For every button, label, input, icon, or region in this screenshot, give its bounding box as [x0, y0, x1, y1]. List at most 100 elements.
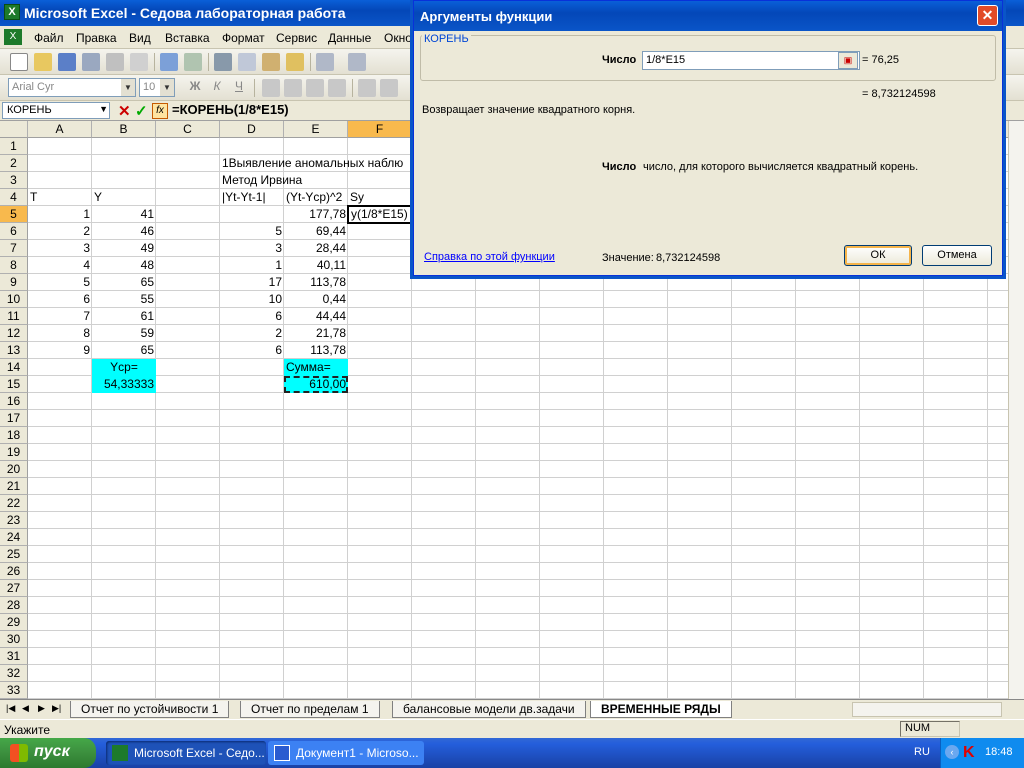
table-cell[interactable]: 2: [220, 325, 284, 342]
row-header[interactable]: 29: [0, 614, 28, 631]
menu-tools[interactable]: Сервис: [276, 31, 317, 45]
cancel-button[interactable]: Отмена: [922, 245, 992, 266]
row-header[interactable]: 14: [0, 359, 28, 376]
table-cell[interactable]: 48: [92, 257, 156, 274]
tray-expand-icon[interactable]: ‹: [945, 745, 959, 759]
cell-e4[interactable]: (Yt-Ycp)^2: [284, 189, 344, 206]
row-header[interactable]: 8: [0, 257, 28, 274]
italic-icon[interactable]: К: [208, 79, 226, 97]
next-sheet-icon[interactable]: ▶: [38, 703, 45, 714]
undo-icon[interactable]: [316, 53, 334, 71]
table-cell[interactable]: 10: [220, 291, 284, 308]
column-header-f[interactable]: F: [348, 121, 412, 138]
vertical-scrollbar[interactable]: [1008, 121, 1024, 699]
table-cell[interactable]: 3: [220, 240, 284, 257]
row-header[interactable]: 15: [0, 376, 28, 393]
collapse-dialog-icon[interactable]: ▣: [838, 52, 858, 69]
cell-b4[interactable]: Y: [92, 189, 104, 206]
table-cell[interactable]: 55: [92, 291, 156, 308]
row-header[interactable]: 3: [0, 172, 28, 189]
table-cell[interactable]: 49: [92, 240, 156, 257]
menu-format[interactable]: Формат: [222, 31, 265, 45]
table-cell[interactable]: 3: [28, 240, 92, 257]
sheet-tab-time-series[interactable]: ВРЕМЕННЫЕ РЯДЫ: [590, 701, 732, 718]
redo-icon[interactable]: [348, 53, 366, 71]
new-icon[interactable]: [10, 53, 28, 71]
table-cell[interactable]: 69,44: [284, 223, 348, 240]
row-header[interactable]: 1: [0, 138, 28, 155]
cut-icon[interactable]: [214, 53, 232, 71]
table-cell[interactable]: 113,78: [284, 274, 348, 291]
menu-view[interactable]: Вид: [129, 31, 151, 45]
cell-b15[interactable]: 54,33333: [92, 376, 156, 393]
task-word[interactable]: Документ1 - Microso...: [268, 741, 424, 765]
spelling-icon[interactable]: [160, 53, 178, 71]
table-cell[interactable]: 177,78: [284, 206, 348, 223]
select-all-corner[interactable]: [0, 121, 28, 138]
row-header[interactable]: 27: [0, 580, 28, 597]
row-header[interactable]: 6: [0, 223, 28, 240]
row-header[interactable]: 18: [0, 427, 28, 444]
menu-file[interactable]: Файл: [34, 31, 64, 45]
table-cell[interactable]: 6: [220, 342, 284, 359]
save-icon[interactable]: [58, 53, 76, 71]
close-button[interactable]: ✕: [977, 5, 998, 26]
table-cell[interactable]: 5: [28, 274, 92, 291]
table-cell[interactable]: 28,44: [284, 240, 348, 257]
cell-a4[interactable]: T: [28, 189, 39, 206]
table-cell[interactable]: 5: [220, 223, 284, 240]
print-icon[interactable]: [106, 53, 124, 71]
open-icon[interactable]: [34, 53, 52, 71]
row-header[interactable]: 10: [0, 291, 28, 308]
table-cell[interactable]: 9: [28, 342, 92, 359]
font-name-select[interactable]: Arial Cyr ▼: [8, 78, 136, 97]
menu-data[interactable]: Данные: [328, 31, 371, 45]
print-preview-icon[interactable]: [130, 53, 148, 71]
row-header[interactable]: 12: [0, 325, 28, 342]
row-header[interactable]: 13: [0, 342, 28, 359]
table-cell[interactable]: 59: [92, 325, 156, 342]
ok-button[interactable]: ОК: [844, 245, 912, 266]
active-cell-f5[interactable]: у(1/8*E15): [347, 205, 413, 224]
table-cell[interactable]: 65: [92, 342, 156, 359]
permission-icon[interactable]: [82, 53, 100, 71]
sheet-tab-stability[interactable]: Отчет по устойчивости 1: [70, 701, 230, 718]
row-header[interactable]: 11: [0, 308, 28, 325]
row-header[interactable]: 33: [0, 682, 28, 699]
last-sheet-icon[interactable]: ▶|: [52, 703, 61, 714]
kaspersky-icon[interactable]: K: [963, 744, 975, 762]
column-header-a[interactable]: A: [28, 121, 92, 138]
row-header[interactable]: 5: [0, 206, 28, 223]
enter-icon[interactable]: ✓: [135, 102, 148, 120]
cell-d3[interactable]: Метод Ирвина: [220, 172, 304, 189]
task-excel[interactable]: Microsoft Excel - Седо...: [106, 741, 266, 765]
cell-f4[interactable]: Sy: [348, 189, 366, 206]
row-header[interactable]: 24: [0, 529, 28, 546]
table-cell[interactable]: 2: [28, 223, 92, 240]
row-header[interactable]: 25: [0, 546, 28, 563]
row-header[interactable]: 23: [0, 512, 28, 529]
horizontal-scrollbar[interactable]: [852, 702, 1002, 717]
cell-d2[interactable]: 1Выявление аномальных наблю: [220, 155, 405, 172]
table-cell[interactable]: 113,78: [284, 342, 348, 359]
table-cell[interactable]: 7: [28, 308, 92, 325]
dialog-title-bar[interactable]: Аргументы функции ✕: [414, 1, 1002, 31]
percent-icon[interactable]: [380, 79, 398, 97]
table-cell[interactable]: 46: [92, 223, 156, 240]
row-header[interactable]: 20: [0, 461, 28, 478]
table-cell[interactable]: 65: [92, 274, 156, 291]
language-indicator[interactable]: RU: [914, 746, 930, 758]
cell-e14[interactable]: Сумма=: [284, 359, 348, 376]
table-cell[interactable]: 61: [92, 308, 156, 325]
row-header[interactable]: 16: [0, 393, 28, 410]
cell-e15[interactable]: 610,00: [284, 376, 348, 393]
row-header[interactable]: 28: [0, 597, 28, 614]
number-argument-input[interactable]: 1/8*E15: [642, 51, 860, 70]
table-cell[interactable]: 17: [220, 274, 284, 291]
font-size-select[interactable]: 10 ▼: [139, 78, 175, 97]
table-cell[interactable]: 8: [28, 325, 92, 342]
column-header-d[interactable]: D: [220, 121, 284, 138]
workbook-icon[interactable]: X: [4, 29, 22, 45]
underline-icon[interactable]: Ч: [230, 79, 248, 97]
column-header-b[interactable]: B: [92, 121, 156, 138]
